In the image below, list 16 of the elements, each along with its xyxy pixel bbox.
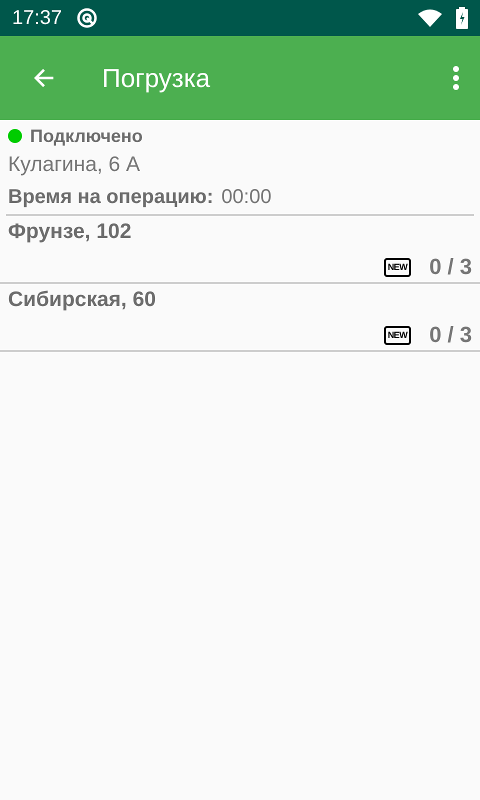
address-text: Кулагина, 6 А — [8, 152, 140, 176]
progress-count: 0 / 3 — [429, 322, 472, 348]
stop-address: Сибирская, 60 — [8, 288, 157, 312]
wifi-icon — [418, 9, 442, 27]
screen-title: Погрузка — [102, 62, 210, 94]
more-icon — [452, 65, 460, 91]
new-badge: NEW — [384, 326, 412, 344]
operation-time-value: 00:00 — [221, 186, 272, 209]
operation-time-label: Время на операцию: — [8, 186, 214, 209]
new-badge: NEW — [384, 258, 412, 276]
stop-address: Фрунзе, 102 — [8, 220, 132, 244]
clock: 17:37 — [12, 6, 62, 30]
notification-icon — [76, 7, 98, 29]
battery-icon — [456, 7, 468, 29]
progress-count: 0 / 3 — [429, 254, 472, 280]
connection-status: Подключено — [30, 126, 143, 146]
